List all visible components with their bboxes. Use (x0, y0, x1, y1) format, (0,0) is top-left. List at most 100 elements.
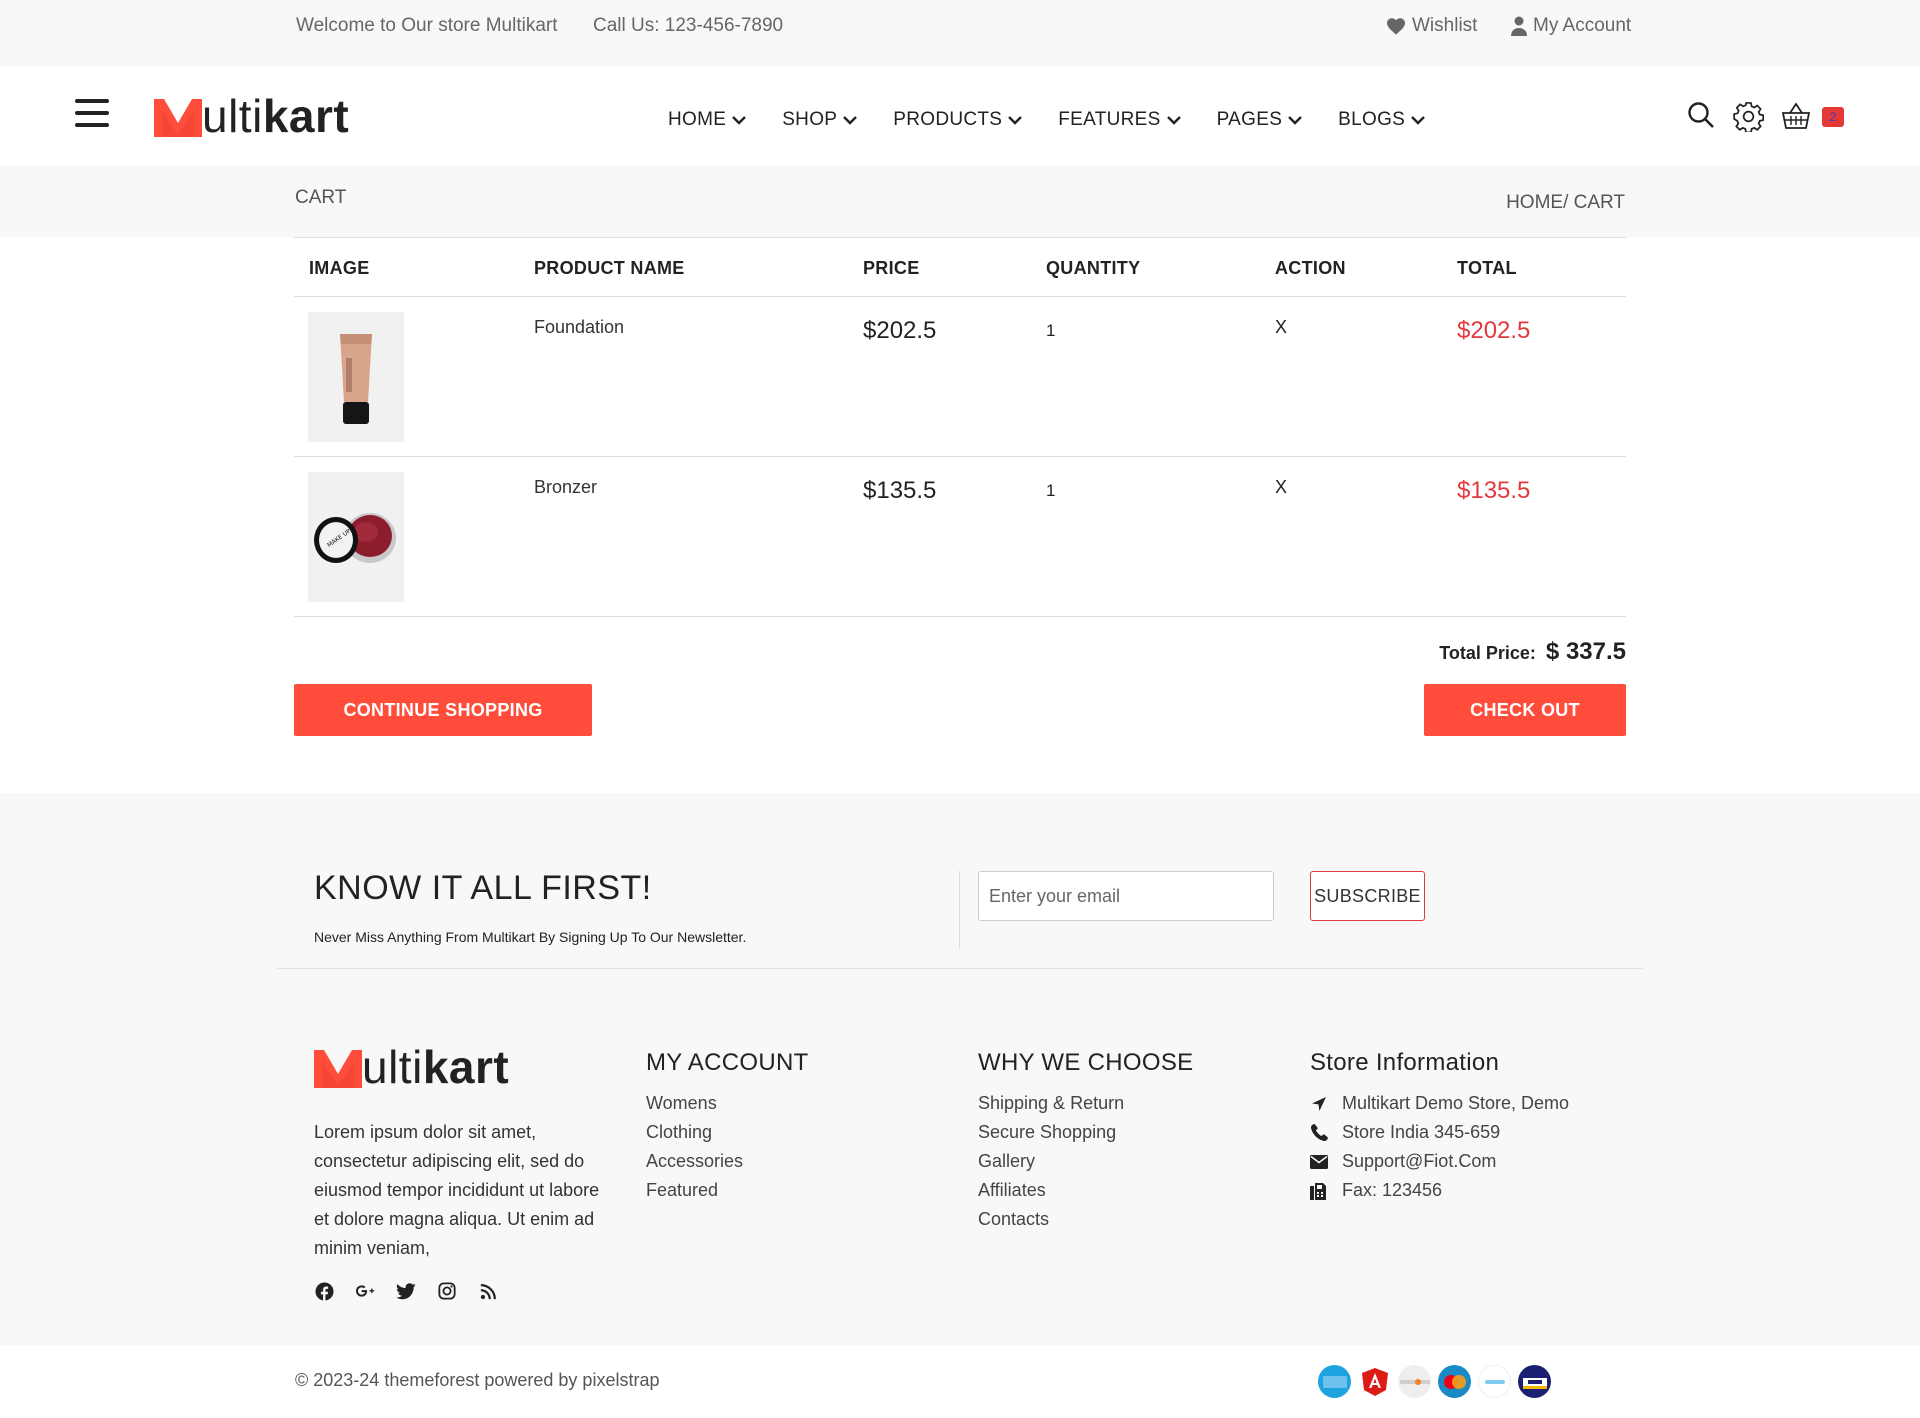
column-header-product-name: PRODUCT NAME (534, 258, 685, 278)
email-input[interactable] (978, 871, 1274, 921)
product-image-bronzer[interactable]: MAKE UP (308, 472, 404, 602)
angular-icon (1358, 1365, 1391, 1398)
footer-link-accessories[interactable]: Accessories (646, 1147, 809, 1176)
product-name[interactable]: Bronzer (534, 477, 597, 498)
footer-store-information-title: Store Information (1310, 1049, 1500, 1076)
table-header: IMAGE PRODUCT NAME PRICE QUANTITY ACTION… (294, 237, 1626, 297)
footer-logo[interactable]: ultikart (314, 1044, 509, 1090)
cart-table: IMAGE PRODUCT NAME PRICE QUANTITY ACTION… (294, 237, 1626, 617)
product-image-foundation[interactable] (308, 312, 404, 442)
page-title: CART (295, 187, 347, 208)
menu-icon[interactable] (75, 99, 109, 129)
brand-logo[interactable]: ultikart (154, 93, 349, 139)
wishlist-link[interactable]: Wishlist (1386, 14, 1477, 38)
chevron-down-icon (1008, 116, 1023, 125)
nav-home-label: HOME (668, 109, 727, 130)
google-plus-icon[interactable] (355, 1281, 375, 1301)
cart-total: Total Price: $ 337.5 (1439, 638, 1626, 666)
subscribe-button[interactable]: SUBSCRIBE (1310, 871, 1425, 921)
envelope-icon (1310, 1154, 1328, 1169)
newsletter-title: KNOW IT ALL FIRST! (314, 869, 652, 907)
nav-shop[interactable]: SHOP (782, 109, 858, 131)
footer-link-gallery[interactable]: Gallery (978, 1147, 1193, 1176)
column-header-total: TOTAL (1457, 258, 1517, 278)
nav-pages[interactable]: PAGES (1217, 109, 1303, 131)
user-icon (1511, 16, 1527, 36)
chevron-down-icon (1166, 116, 1181, 125)
twitter-icon[interactable] (396, 1281, 416, 1301)
column-header-quantity: QUANTITY (1046, 258, 1141, 278)
logo-text-light: ulti (202, 90, 263, 142)
footer-link-affiliates[interactable]: Affiliates (978, 1176, 1193, 1205)
heart-icon (1387, 18, 1405, 35)
my-account-link[interactable]: My Account (1511, 14, 1631, 38)
column-header-image: IMAGE (309, 258, 370, 278)
search-icon[interactable] (1687, 101, 1715, 129)
discover-icon (1398, 1365, 1431, 1398)
remove-item-button[interactable]: X (1275, 477, 1287, 498)
call-us-text: Call Us: 123-456-7890 (593, 15, 784, 36)
amex-icon (1318, 1365, 1351, 1398)
remove-item-button[interactable]: X (1275, 317, 1287, 338)
facebook-icon[interactable] (314, 1281, 334, 1301)
fax-icon (1310, 1182, 1326, 1200)
footer-link-featured[interactable]: Featured (646, 1176, 809, 1205)
footer: KNOW IT ALL FIRST! Never Miss Anything F… (0, 793, 1920, 1345)
paypal-icon (1478, 1365, 1511, 1398)
nav-pages-label: PAGES (1216, 109, 1283, 130)
top-bar: Welcome to Our store Multikart Call Us: … (0, 0, 1920, 67)
basket-icon[interactable] (1781, 101, 1811, 131)
continue-shopping-button[interactable]: CONTINUE SHOPPING (294, 684, 592, 736)
footer-link-contacts[interactable]: Contacts (978, 1205, 1193, 1234)
quantity-value[interactable]: 1 (1046, 321, 1055, 341)
main-header: ultikart HOME SHOP PRODUCTS FEATURES PAG… (0, 67, 1920, 166)
nav-features-label: FEATURES (1058, 109, 1161, 130)
footer-link-clothing[interactable]: Clothing (646, 1118, 809, 1147)
footer-store-information: Store Information Multikart Demo Store, … (1310, 1049, 1569, 1205)
breadcrumb-path[interactable]: HOME/ CART (1506, 192, 1625, 214)
table-row: Foundation $202.5 1 X $202.5 (294, 297, 1626, 457)
cart-count-badge[interactable]: 2 (1822, 107, 1844, 127)
main-nav: HOME SHOP PRODUCTS FEATURES PAGES BLOGS (668, 109, 1461, 131)
welcome-text: Welcome to Our store Multikart (296, 15, 558, 36)
footer-link-womens[interactable]: Womens (646, 1089, 809, 1118)
footer-my-account: MY ACCOUNT Womens Clothing Accessories F… (646, 1049, 809, 1205)
checkout-button[interactable]: CHECK OUT (1424, 684, 1626, 736)
nav-products-label: PRODUCTS (893, 109, 1003, 130)
column-header-price: PRICE (863, 258, 920, 278)
nav-products[interactable]: PRODUCTS (893, 109, 1023, 131)
logo-mark-icon (154, 99, 202, 137)
newsletter-subtitle: Never Miss Anything From Multikart By Si… (314, 929, 747, 945)
nav-features[interactable]: FEATURES (1058, 109, 1181, 131)
quantity-value[interactable]: 1 (1046, 481, 1055, 501)
footer-link-secure-shopping[interactable]: Secure Shopping (978, 1118, 1193, 1147)
nav-blogs-label: BLOGS (1338, 109, 1406, 130)
product-price: $202.5 (863, 317, 937, 344)
footer-about-text: Lorem ipsum dolor sit amet, consectetur … (314, 1122, 600, 1258)
store-address-text: Multikart Demo Store, Demo (1342, 1093, 1570, 1113)
footer-why-we-choose-title: WHY WE CHOOSE (978, 1049, 1194, 1076)
footer-link-shipping-return[interactable]: Shipping & Return (978, 1089, 1193, 1118)
store-email-text: Support@Fiot.Com (1342, 1151, 1497, 1171)
product-name[interactable]: Foundation (534, 317, 624, 338)
total-price-label: Total Price: (1439, 643, 1536, 663)
footer-my-account-title: MY ACCOUNT (646, 1049, 809, 1076)
nav-home[interactable]: HOME (668, 109, 747, 131)
row-total: $135.5 (1457, 477, 1531, 504)
instagram-icon[interactable] (437, 1281, 457, 1301)
store-phone-text: Store India 345-659 (1342, 1122, 1501, 1142)
store-email[interactable]: Support@Fiot.Com (1310, 1147, 1569, 1176)
wishlist-label: Wishlist (1412, 15, 1478, 36)
product-price: $135.5 (863, 477, 937, 504)
gear-icon[interactable] (1733, 101, 1764, 132)
nav-blogs[interactable]: BLOGS (1338, 109, 1426, 131)
footer-why-we-choose: WHY WE CHOOSE Shipping & Return Secure S… (978, 1049, 1193, 1234)
store-fax: Fax: 123456 (1310, 1176, 1569, 1205)
mastercard-icon (1438, 1365, 1471, 1398)
chevron-down-icon (1288, 116, 1303, 125)
copyright-text: © 2023-24 themeforest powered by pixelst… (295, 1370, 660, 1390)
visa-icon (1518, 1365, 1551, 1398)
rss-icon[interactable] (478, 1281, 498, 1301)
logo-text-bold: kart (422, 1041, 510, 1093)
newsletter-divider (959, 871, 960, 949)
